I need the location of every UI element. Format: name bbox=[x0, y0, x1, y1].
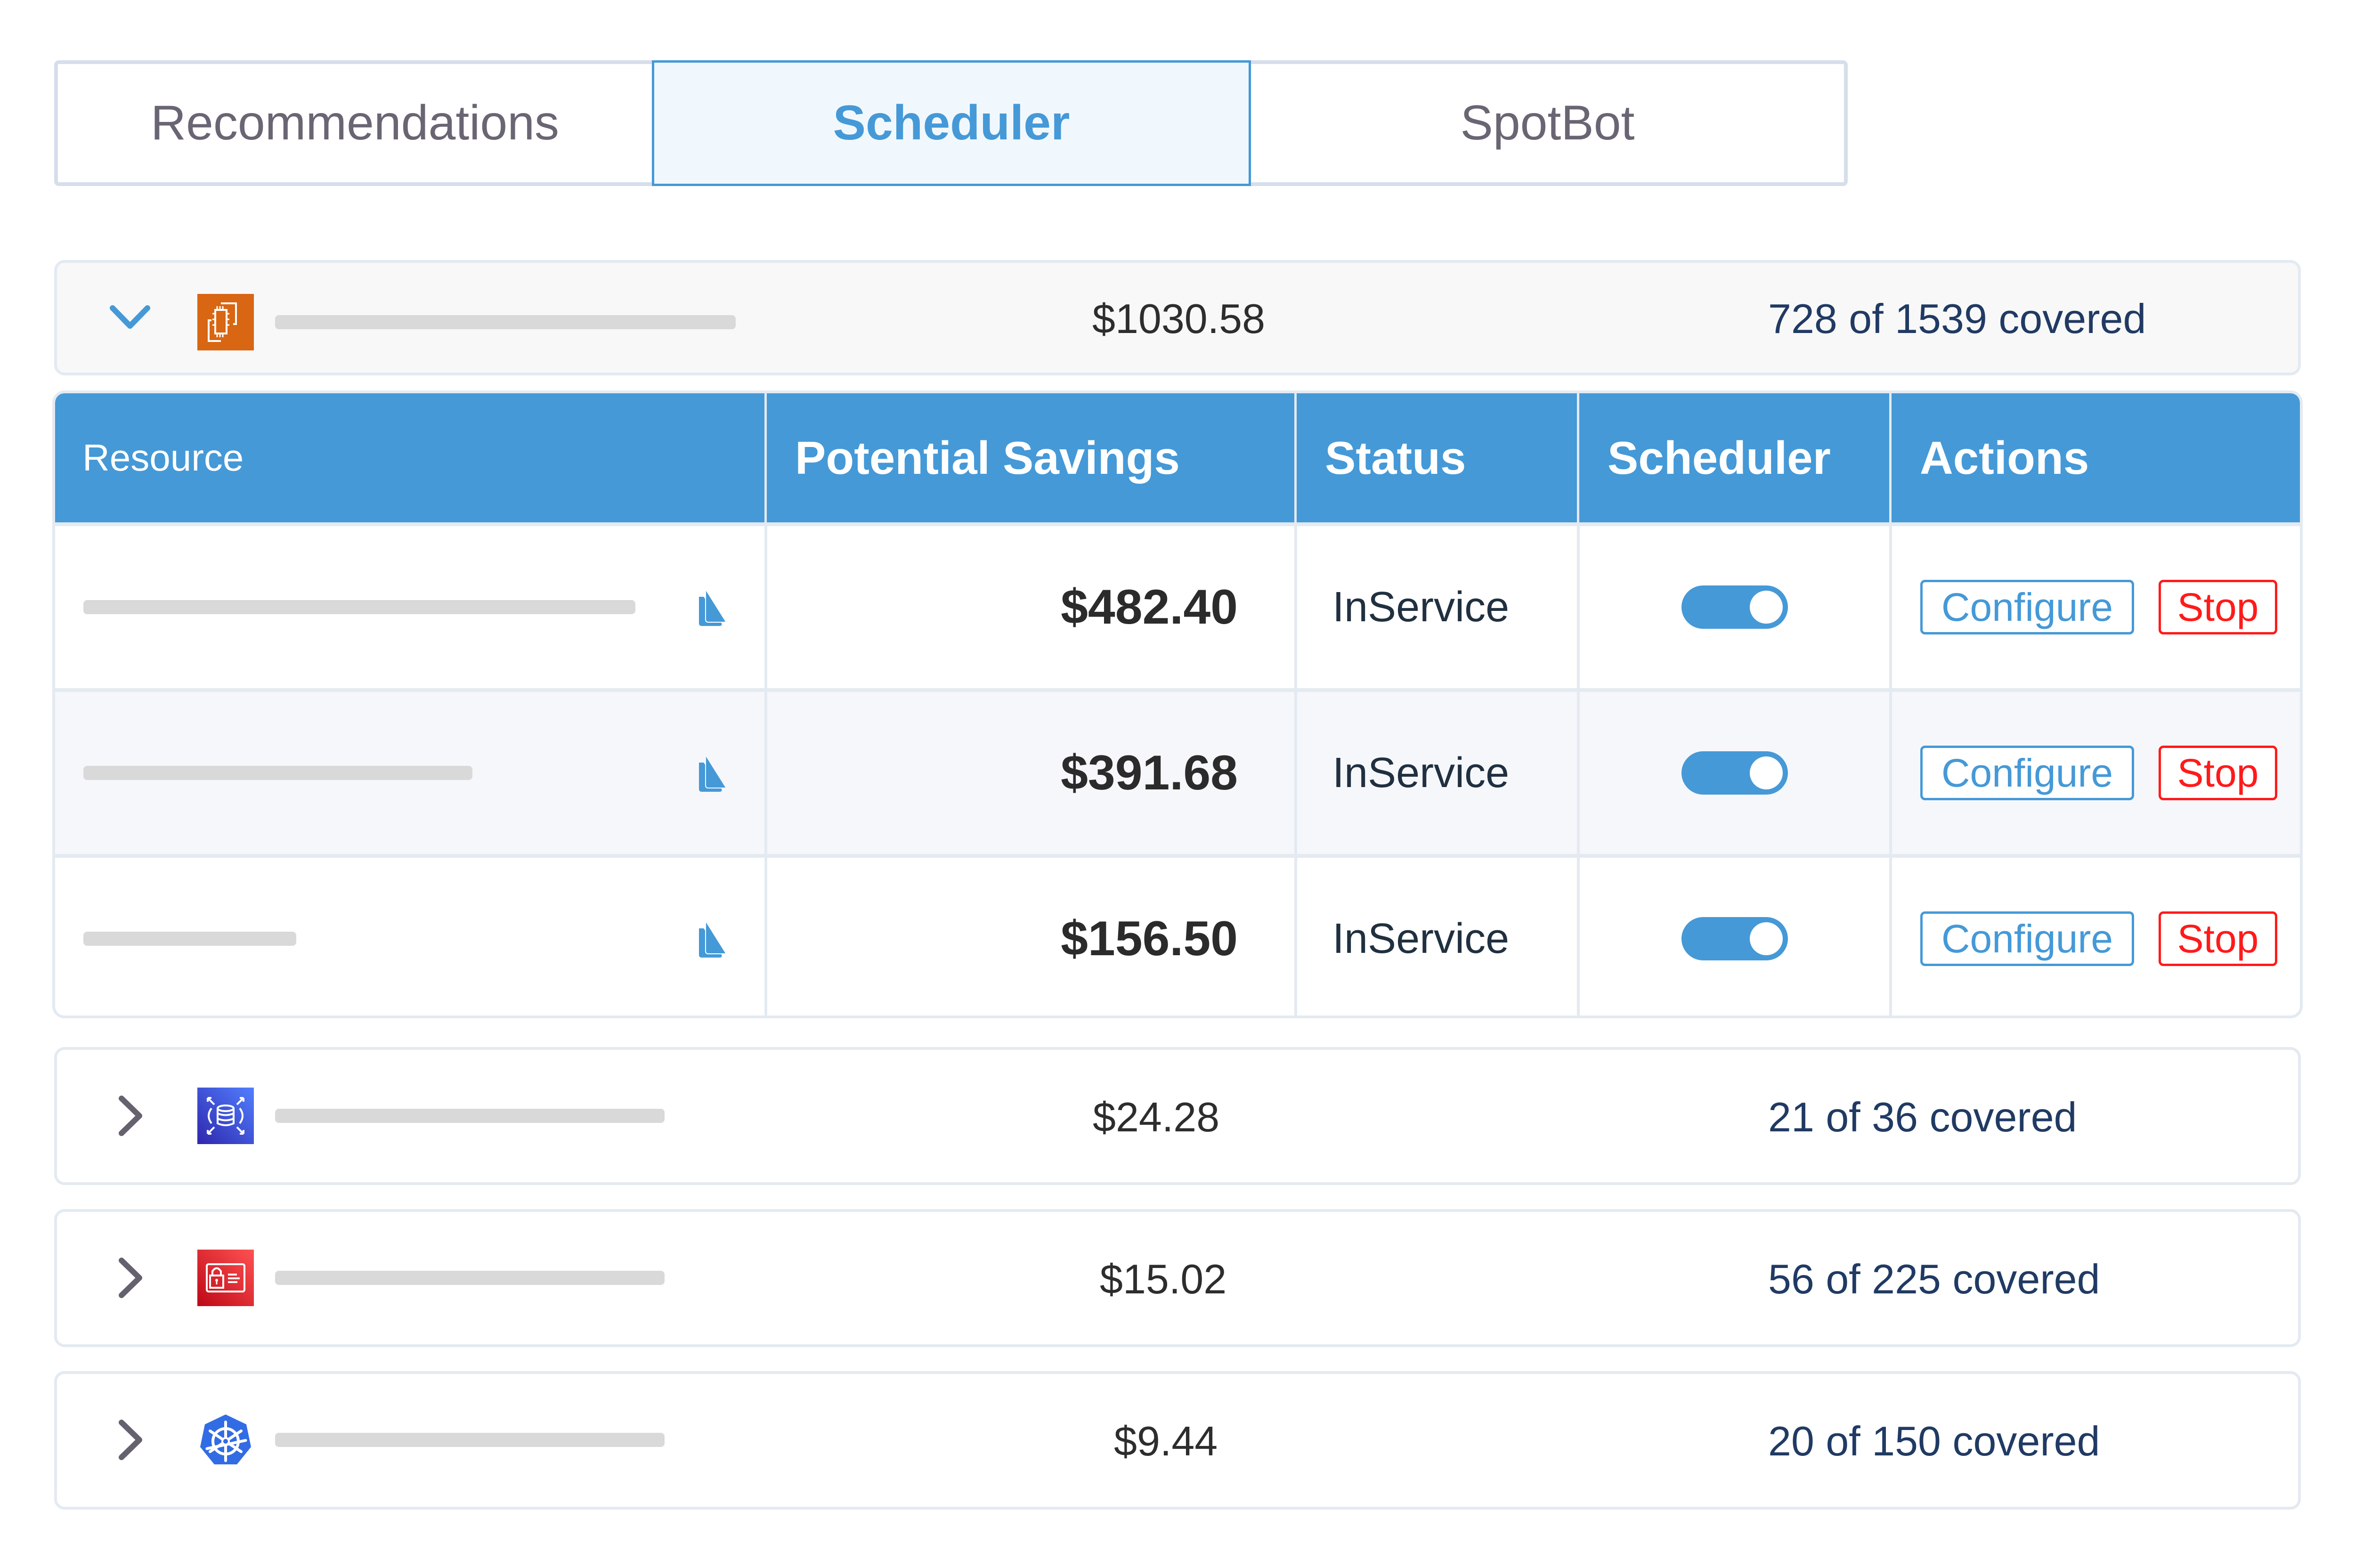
group-savings: $9.44 bbox=[1114, 1418, 1218, 1464]
chevron-right-icon[interactable] bbox=[102, 1250, 158, 1306]
table-row: $391.68 InService Configure Stop bbox=[55, 688, 2300, 854]
sagemaker-icon bbox=[699, 587, 727, 626]
group-savings: $24.28 bbox=[1093, 1094, 1220, 1140]
group-savings: $15.02 bbox=[1100, 1256, 1227, 1302]
service-group-row[interactable]: $9.44 20 of 150 covered bbox=[54, 1371, 2301, 1510]
group-savings: $1030.58 bbox=[1092, 295, 1266, 342]
savings-cell: $391.68 bbox=[764, 692, 1294, 854]
security-service-icon bbox=[197, 1250, 254, 1306]
toggle-knob bbox=[1749, 591, 1783, 624]
configure-button[interactable]: Configure bbox=[1920, 580, 2134, 634]
group-coverage: 728 of 1539 covered bbox=[1768, 295, 2146, 342]
actions-cell: Configure Stop bbox=[1889, 858, 2300, 1016]
table-row: $156.50 InService Configure Stop bbox=[55, 854, 2300, 1016]
status-text: InService bbox=[1332, 915, 1510, 962]
resource-cell bbox=[55, 526, 764, 688]
column-header-actions: Actions bbox=[1889, 393, 2300, 522]
tab-recommendations[interactable]: Recommendations bbox=[54, 60, 652, 186]
stop-button[interactable]: Stop bbox=[2159, 911, 2277, 966]
resource-name-placeholder bbox=[83, 932, 296, 946]
resource-name-placeholder bbox=[83, 766, 472, 780]
table-row: $482.40 InService Configure Stop bbox=[55, 522, 2300, 688]
tab-label: Scheduler bbox=[833, 96, 1070, 150]
status-cell: InService bbox=[1294, 692, 1577, 854]
resource-name-placeholder bbox=[275, 315, 736, 329]
service-group-row[interactable]: $1030.58 728 of 1539 covered bbox=[54, 260, 2301, 375]
resource-name-placeholder bbox=[275, 1271, 665, 1285]
actions-cell: Configure Stop bbox=[1889, 526, 2300, 688]
chevron-right-icon[interactable] bbox=[102, 1412, 158, 1468]
column-header-potential-savings: Potential Savings bbox=[764, 393, 1294, 522]
kubernetes-service-icon bbox=[200, 1414, 251, 1464]
potential-savings-value: $391.68 bbox=[1061, 745, 1238, 800]
scheduler-cell bbox=[1577, 526, 1889, 688]
scheduler-cell bbox=[1577, 858, 1889, 1016]
tab-label: Recommendations bbox=[150, 96, 560, 150]
table-header: Resource Potential Savings Status Schedu… bbox=[55, 393, 2300, 522]
sagemaker-icon bbox=[699, 753, 727, 792]
actions-cell: Configure Stop bbox=[1889, 692, 2300, 854]
group-coverage: 21 of 36 covered bbox=[1768, 1094, 2077, 1140]
potential-savings-value: $156.50 bbox=[1061, 911, 1238, 966]
status-cell: InService bbox=[1294, 858, 1577, 1016]
compute-service-icon bbox=[197, 294, 254, 350]
potential-savings-value: $482.40 bbox=[1061, 579, 1238, 634]
column-header-status: Status bbox=[1294, 393, 1577, 522]
group-coverage: 20 of 150 covered bbox=[1768, 1418, 2100, 1464]
status-text: InService bbox=[1332, 583, 1510, 631]
savings-cell: $156.50 bbox=[764, 858, 1294, 1016]
scheduler-cell bbox=[1577, 692, 1889, 854]
configure-button[interactable]: Configure bbox=[1920, 746, 2134, 800]
scheduler-toggle[interactable] bbox=[1681, 917, 1788, 960]
chevron-right-icon[interactable] bbox=[102, 1088, 158, 1144]
column-header-scheduler: Scheduler bbox=[1577, 393, 1889, 522]
resource-cell bbox=[55, 858, 764, 1016]
toggle-knob bbox=[1749, 756, 1783, 789]
chevron-down-icon[interactable] bbox=[102, 289, 158, 346]
service-group-row[interactable]: $24.28 21 of 36 covered bbox=[54, 1047, 2301, 1185]
column-header-resource: Resource bbox=[82, 437, 244, 479]
stop-button[interactable]: Stop bbox=[2159, 580, 2277, 634]
tab-label: SpotBot bbox=[1460, 96, 1635, 150]
scheduler-toggle[interactable] bbox=[1681, 751, 1788, 795]
status-cell: InService bbox=[1294, 526, 1577, 688]
resource-name-placeholder bbox=[83, 600, 635, 614]
resource-name-placeholder bbox=[275, 1109, 665, 1123]
savings-cell: $482.40 bbox=[764, 526, 1294, 688]
stop-button[interactable]: Stop bbox=[2159, 746, 2277, 800]
resource-cell bbox=[55, 692, 764, 854]
resource-name-placeholder bbox=[275, 1433, 665, 1447]
tab-spotbot[interactable]: SpotBot bbox=[1251, 60, 1848, 186]
database-service-icon bbox=[197, 1088, 254, 1144]
toggle-knob bbox=[1749, 922, 1783, 955]
sagemaker-icon bbox=[699, 919, 727, 958]
scheduler-table: Resource Potential Savings Status Schedu… bbox=[52, 390, 2303, 1018]
service-group-row[interactable]: $15.02 56 of 225 covered bbox=[54, 1209, 2301, 1347]
tab-bar: Recommendations Scheduler SpotBot bbox=[54, 60, 1848, 186]
group-coverage: 56 of 225 covered bbox=[1768, 1256, 2100, 1302]
tab-scheduler[interactable]: Scheduler bbox=[652, 60, 1251, 186]
scheduler-toggle[interactable] bbox=[1681, 585, 1788, 629]
configure-button[interactable]: Configure bbox=[1920, 911, 2134, 966]
status-text: InService bbox=[1332, 749, 1510, 796]
